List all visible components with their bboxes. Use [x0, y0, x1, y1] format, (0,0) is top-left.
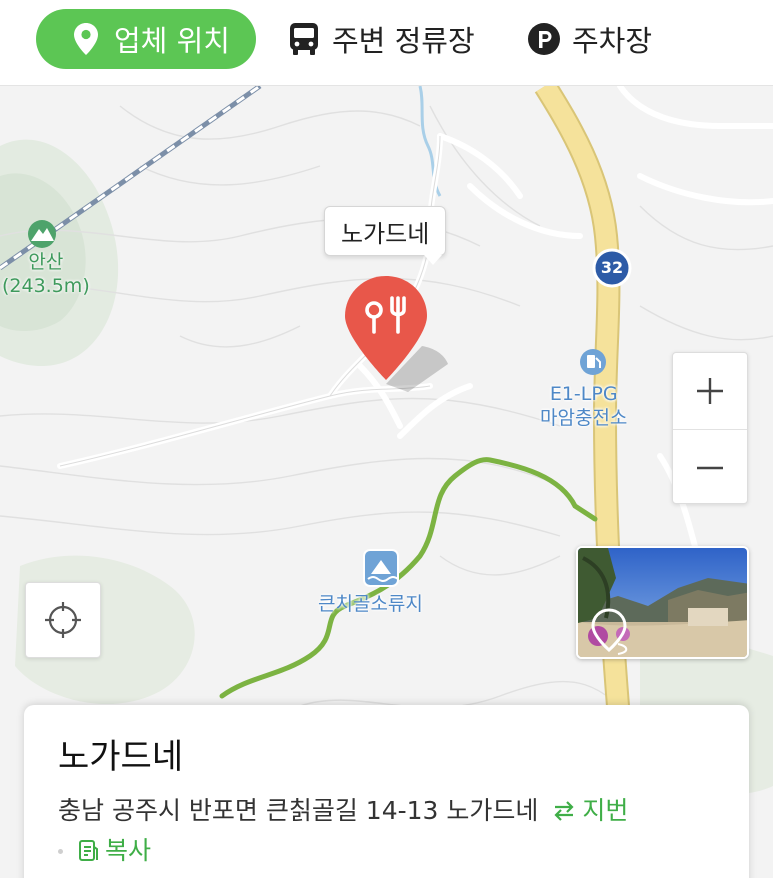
restaurant-pin[interactable] — [344, 274, 464, 398]
tab-parking[interactable]: 주차장 — [526, 9, 652, 69]
swap-icon — [554, 801, 574, 821]
mountain-label: 안산 (243.5m) — [2, 251, 90, 297]
minus-icon — [697, 466, 723, 469]
place-address-row: 충남 공주시 반포면 큰칡골길 14-13 노가드네 지번 — [58, 795, 715, 827]
jibun-label: 지번 — [582, 796, 629, 825]
place-info-card: 노가드네 충남 공주시 반포면 큰칡골길 14-13 노가드네 지번 복사 — [24, 705, 749, 878]
callout-tail — [424, 255, 442, 265]
zoom-in-button[interactable] — [673, 353, 747, 429]
copy-address-button[interactable]: 복사 — [77, 835, 151, 867]
copy-row: 복사 — [58, 835, 715, 867]
tab-business-location[interactable]: 업체 위치 — [36, 9, 256, 69]
reservoir-label[interactable]: 큰치골소류지 — [318, 592, 423, 616]
crosshair-icon — [45, 602, 81, 638]
street-view-thumbnail[interactable] — [576, 546, 749, 659]
tab-label: 업체 위치 — [114, 24, 230, 58]
restaurant-icon — [345, 276, 448, 392]
parking-icon — [526, 21, 562, 57]
place-address: 충남 공주시 반포면 큰칡골길 14-13 노가드네 — [58, 796, 539, 825]
zoom-controls — [672, 352, 748, 504]
tab-nearby-stops[interactable]: 주변 정류장 — [286, 9, 475, 69]
copy-icon — [79, 840, 98, 861]
location-pin-icon — [68, 21, 104, 57]
route-shield-number: 32 — [600, 258, 624, 277]
current-location-button[interactable] — [25, 582, 101, 658]
gas-station-label[interactable]: E1-LPG 마암충전소 — [540, 382, 627, 430]
bus-icon — [286, 21, 322, 57]
tab-label: 주차장 — [572, 24, 653, 58]
copy-label: 복사 — [105, 836, 152, 865]
bullet-dot — [58, 848, 63, 854]
tab-label: 주변 정류장 — [332, 24, 475, 58]
plus-icon — [697, 378, 723, 404]
place-callout: 노가드네 — [324, 206, 447, 256]
zoom-out-button[interactable] — [673, 429, 747, 505]
location-tab-bar: 업체 위치 주변 정류장 주차장 — [0, 0, 773, 86]
place-title: 노가드네 — [58, 737, 184, 777]
jibun-toggle-button[interactable]: 지번 — [552, 795, 628, 827]
